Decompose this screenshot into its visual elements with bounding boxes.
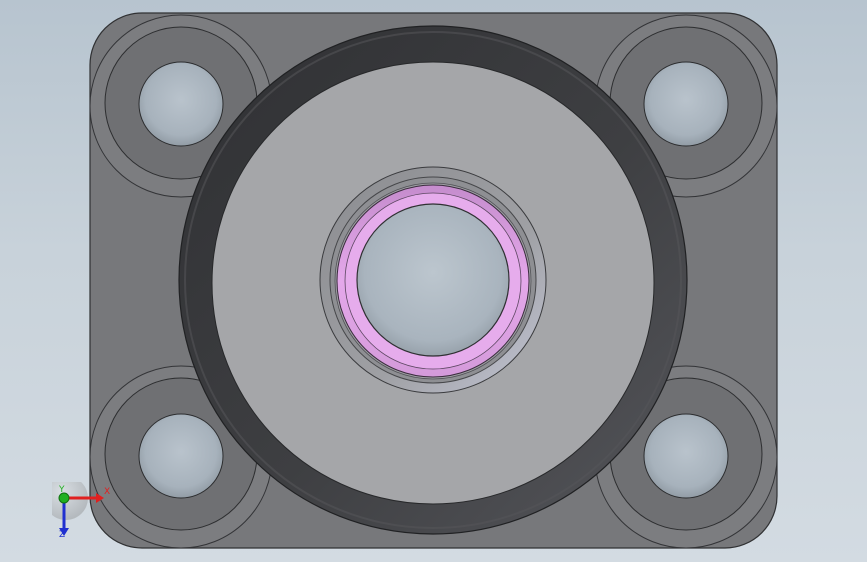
x-axis-label: X — [104, 487, 111, 497]
part-model[interactable] — [0, 0, 867, 562]
mount-hole-top-left — [138, 61, 224, 147]
cad-graphics-viewport[interactable]: X Y Z — [0, 0, 867, 562]
x-axis-arrow — [96, 493, 104, 503]
mount-hole-bottom-left — [138, 413, 224, 499]
y-axis-label: Y — [59, 485, 65, 495]
z-axis-label: Z — [59, 530, 66, 540]
mount-hole-bottom-right — [643, 413, 729, 499]
center-bore-hole — [356, 203, 510, 357]
mount-hole-top-right — [643, 61, 729, 147]
view-orientation-triad[interactable]: X Y Z — [52, 482, 112, 542]
